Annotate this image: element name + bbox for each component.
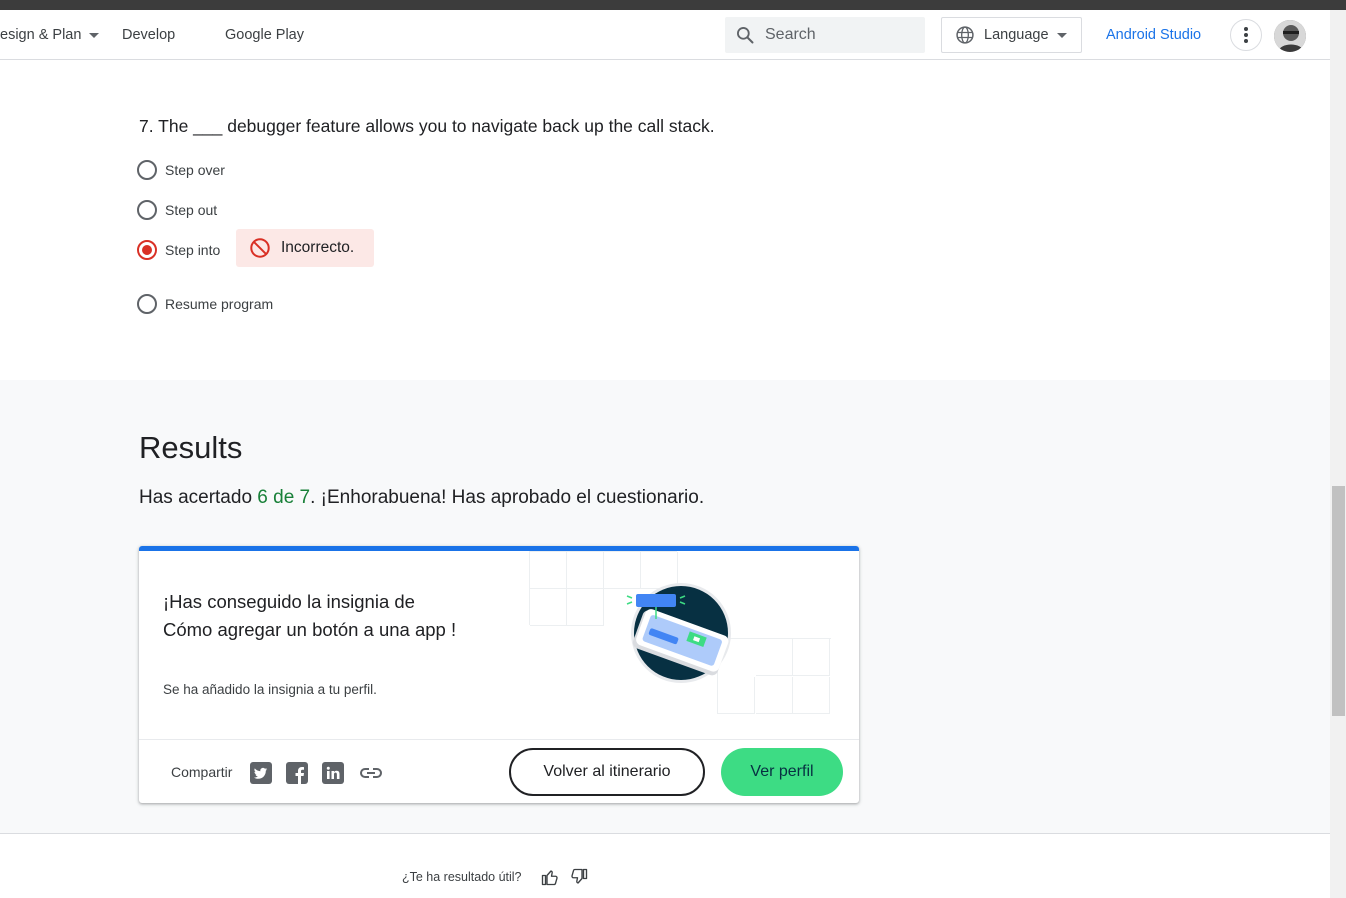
user-photo-icon: [1274, 20, 1306, 52]
android-studio-link[interactable]: Android Studio: [1106, 10, 1201, 60]
chevron-down-icon: [1056, 32, 1067, 38]
back-to-pathway-button[interactable]: Volver al itinerario: [509, 748, 705, 796]
question-text: 7. The ___ debugger feature allows you t…: [139, 116, 715, 136]
option-label: Resume program: [165, 296, 274, 312]
results-summary: Has acertado 6 de 7. ¡Enhorabuena! Has a…: [139, 487, 704, 509]
badge-message: ¡Has conseguido la insignia de Cómo agre…: [163, 588, 463, 644]
more-menu-button[interactable]: [1230, 19, 1262, 51]
results-text-before: Has acertado: [139, 487, 258, 508]
linkedin-icon[interactable]: [322, 762, 344, 784]
search-icon: [737, 27, 754, 44]
results-title: Results: [139, 430, 243, 465]
feedback-text: Incorrecto.: [281, 239, 355, 256]
language-select[interactable]: Language: [941, 17, 1082, 53]
badge-card: ¡Has conseguido la insignia de Cómo agre…: [139, 546, 859, 803]
badge-name: Cómo agregar un botón a una app !: [163, 619, 457, 640]
language-label: Language: [984, 27, 1049, 43]
badge-illustration-icon: [626, 583, 731, 683]
block-icon: [250, 238, 270, 258]
option-label: Step into: [165, 242, 221, 258]
radio-button[interactable]: [137, 200, 157, 220]
thumb-down-icon[interactable]: [570, 868, 588, 886]
avatar[interactable]: [1274, 20, 1306, 52]
share-label: Compartir: [171, 764, 233, 780]
nav-google-play-label: Google Play: [225, 27, 304, 43]
view-profile-button[interactable]: Ver perfil: [721, 748, 843, 796]
radio-button[interactable]: [137, 294, 157, 314]
option-label: Step out: [165, 202, 218, 218]
scrollbar-track[interactable]: [1330, 10, 1346, 898]
incorrect-feedback: Incorrecto.: [236, 229, 374, 267]
nav-develop[interactable]: Develop: [122, 10, 175, 60]
option-step-out[interactable]: Step out: [137, 200, 217, 220]
nav-design-plan[interactable]: esign & Plan: [0, 10, 100, 60]
facebook-icon[interactable]: [286, 762, 308, 784]
site-header: esign & Plan Develop Google Play Search …: [0, 10, 1330, 60]
helpful-prompt: ¿Te ha resultado útil?: [402, 870, 522, 884]
search-placeholder: Search: [765, 26, 816, 43]
thumb-up-icon[interactable]: [541, 868, 559, 886]
badge-subtitle: Se ha añadido la insignia a tu perfil.: [163, 682, 377, 697]
option-label: Step over: [165, 162, 225, 178]
option-resume-program[interactable]: Resume program: [137, 294, 273, 314]
option-step-into[interactable]: Step into: [137, 240, 220, 260]
more-vert-icon: [1244, 27, 1248, 43]
card-accent-bar: [139, 546, 859, 551]
radio-button[interactable]: [137, 160, 157, 180]
search-input[interactable]: Search: [725, 17, 925, 53]
radio-button-selected[interactable]: [137, 240, 157, 260]
nav-design-plan-label: esign & Plan: [0, 27, 82, 43]
results-text-after: . ¡Enhorabuena! Has aprobado el cuestion…: [310, 487, 705, 508]
link-icon[interactable]: [359, 765, 383, 781]
nav-develop-label: Develop: [122, 27, 176, 43]
chevron-down-icon: [89, 32, 100, 38]
browser-top-strip: [0, 0, 1346, 10]
scrollbar-thumb[interactable]: [1332, 486, 1345, 716]
globe-icon: [956, 26, 974, 44]
badge-line1: ¡Has conseguido la insignia de: [163, 591, 415, 612]
option-step-over[interactable]: Step over: [137, 160, 225, 180]
twitter-icon[interactable]: [250, 762, 272, 784]
nav-google-play[interactable]: Google Play: [225, 10, 304, 60]
badge-card-footer: Compartir Volver al itinerario Ver perfi…: [139, 739, 859, 803]
results-score: 6 de 7: [257, 487, 311, 508]
